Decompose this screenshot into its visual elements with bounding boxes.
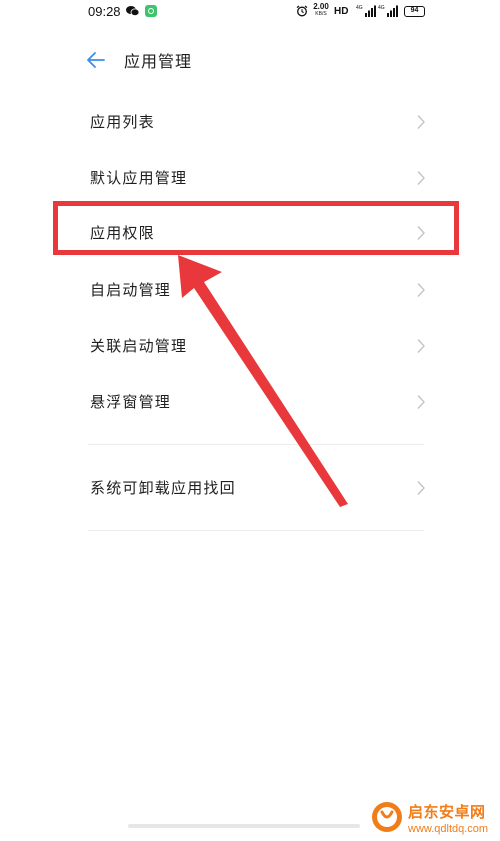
menu-item-label: 悬浮窗管理 [90, 393, 172, 411]
network-speed: 2.00 KB/S [312, 3, 330, 17]
annotation-arrow [178, 255, 348, 507]
chat-app-icon [145, 5, 157, 17]
highlight-box [53, 201, 459, 255]
signal-label: 4G [356, 5, 363, 11]
watermark-logo [372, 802, 402, 832]
divider [88, 530, 424, 531]
chevron-right-icon [417, 283, 425, 297]
chevron-right-icon [417, 395, 425, 409]
chevron-right-icon [417, 339, 425, 353]
navigation-handle[interactable] [128, 824, 360, 828]
watermark-url: www.qdltdq.com [408, 823, 489, 835]
menu-item-label: 自启动管理 [90, 281, 172, 299]
signal-icon: 4G [356, 5, 376, 17]
chevron-right-icon [417, 481, 425, 495]
menu-item-app-list[interactable]: 应用列表 [88, 94, 428, 150]
chevron-right-icon [417, 171, 425, 185]
menu-item-label: 默认应用管理 [90, 169, 188, 187]
menu-item-default-apps[interactable]: 默认应用管理 [88, 150, 428, 206]
battery-icon: 94 [404, 6, 425, 17]
status-bar: 09:28 2.00 KB/S HD 4G 4G 94 [0, 0, 500, 26]
wechat-icon [126, 6, 139, 16]
signal-icon: 4G [378, 5, 398, 17]
menu-item-label: 应用列表 [90, 113, 155, 131]
network-speed-value: 2.00 [313, 2, 329, 11]
battery-level: 94 [410, 7, 419, 14]
hd-badge: HD [334, 6, 349, 17]
network-speed-unit: KB/S [315, 11, 327, 17]
signal-label: 4G [378, 5, 385, 11]
back-arrow-icon[interactable] [86, 51, 106, 69]
alarm-icon [296, 5, 308, 17]
page-title: 应用管理 [124, 52, 193, 71]
chevron-right-icon [417, 115, 425, 129]
status-time: 09:28 [88, 4, 121, 19]
watermark-title: 启东安卓网 [408, 803, 486, 821]
